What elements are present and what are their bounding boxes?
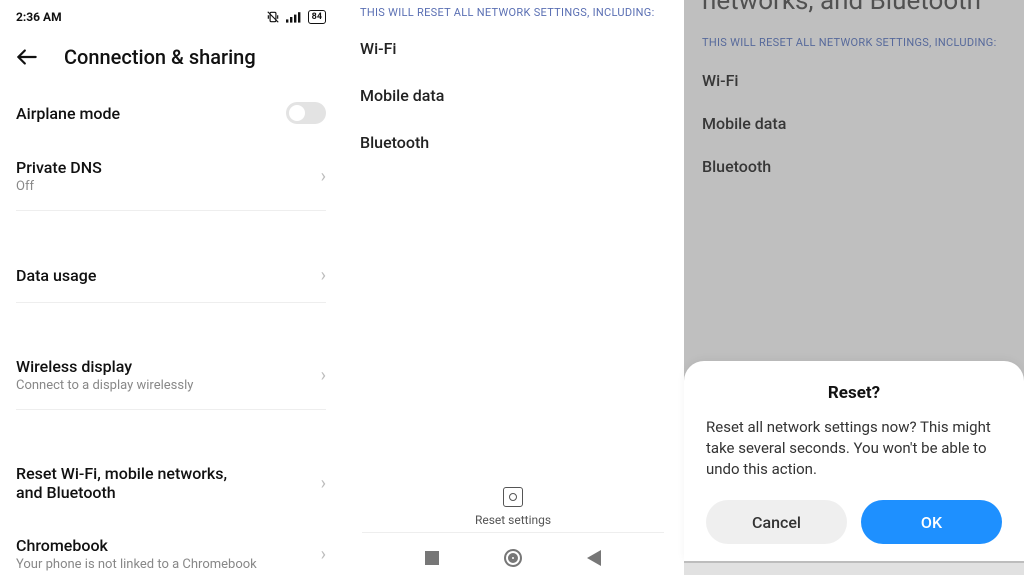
row-airplane-mode[interactable]: Airplane mode bbox=[16, 84, 326, 140]
row-data-usage[interactable]: Data usage › bbox=[16, 247, 326, 302]
status-bar: 2:36 AM 84 bbox=[0, 0, 342, 34]
chevron-right-icon: › bbox=[321, 365, 326, 386]
reset-icon bbox=[503, 487, 523, 507]
ok-button[interactable]: OK bbox=[861, 500, 1002, 544]
system-nav-bar bbox=[342, 549, 684, 567]
nav-home-button[interactable] bbox=[504, 549, 522, 567]
row-subtitle: Off bbox=[16, 179, 102, 194]
airplane-toggle[interactable] bbox=[286, 102, 326, 124]
dialog-body: Reset all network settings now? This mig… bbox=[706, 417, 1002, 480]
row-title: Chromebook bbox=[16, 536, 257, 555]
row-subtitle: Your phone is not linked to a Chromebook bbox=[16, 557, 257, 572]
row-title: Airplane mode bbox=[16, 104, 120, 123]
confirm-dialog: Reset? Reset all network settings now? T… bbox=[684, 361, 1024, 561]
row-chromebook[interactable]: Chromebook Your phone is not linked to a… bbox=[16, 518, 326, 588]
bottom-bar bbox=[684, 563, 1024, 575]
chevron-right-icon: › bbox=[321, 265, 326, 286]
back-button[interactable] bbox=[14, 44, 40, 70]
nav-recents-button[interactable] bbox=[425, 551, 439, 565]
battery-icon: 84 bbox=[308, 10, 326, 24]
list-item-wifi: Wi-Fi bbox=[342, 25, 684, 72]
row-title: Wireless display bbox=[16, 357, 193, 376]
chevron-right-icon: › bbox=[321, 473, 326, 494]
chevron-right-icon: › bbox=[321, 166, 326, 187]
reset-settings-button[interactable]: Reset settings bbox=[342, 487, 684, 531]
row-reset-network[interactable]: Reset Wi-Fi, mobile networks, and Blueto… bbox=[16, 446, 326, 518]
list-item-bluetooth: Bluetooth bbox=[342, 119, 684, 166]
row-title: Data usage bbox=[16, 266, 96, 285]
reset-network-screen: THIS WILL RESET ALL NETWORK SETTINGS, IN… bbox=[342, 0, 684, 575]
row-title: Private DNS bbox=[16, 158, 102, 177]
row-subtitle: Connect to a display wirelessly bbox=[16, 378, 193, 393]
page-title: Connection & sharing bbox=[64, 45, 256, 69]
dialog-title: Reset? bbox=[706, 383, 1002, 403]
vibrate-icon bbox=[266, 10, 280, 25]
row-title: Reset Wi-Fi, mobile networks, and Blueto… bbox=[16, 464, 256, 502]
row-wireless-display[interactable]: Wireless display Connect to a display wi… bbox=[16, 339, 326, 409]
settings-connection-sharing: 2:36 AM 84 Connection & sharing Ai bbox=[0, 0, 342, 575]
row-private-dns[interactable]: Private DNS Off › bbox=[16, 140, 326, 210]
chevron-right-icon: › bbox=[321, 544, 326, 565]
section-header: THIS WILL RESET ALL NETWORK SETTINGS, IN… bbox=[342, 0, 684, 25]
status-right: 84 bbox=[266, 10, 326, 25]
status-time: 2:36 AM bbox=[16, 10, 62, 24]
reset-settings-label: Reset settings bbox=[475, 513, 551, 527]
list-item-mobile-data: Mobile data bbox=[342, 72, 684, 119]
nav-back-button[interactable] bbox=[587, 550, 601, 566]
signal-icon bbox=[286, 10, 302, 25]
reset-confirm-screen: networks, and Bluetooth THIS WILL RESET … bbox=[684, 0, 1024, 575]
page-header: Connection & sharing bbox=[0, 34, 342, 84]
divider bbox=[362, 532, 664, 533]
cancel-button[interactable]: Cancel bbox=[706, 500, 847, 544]
